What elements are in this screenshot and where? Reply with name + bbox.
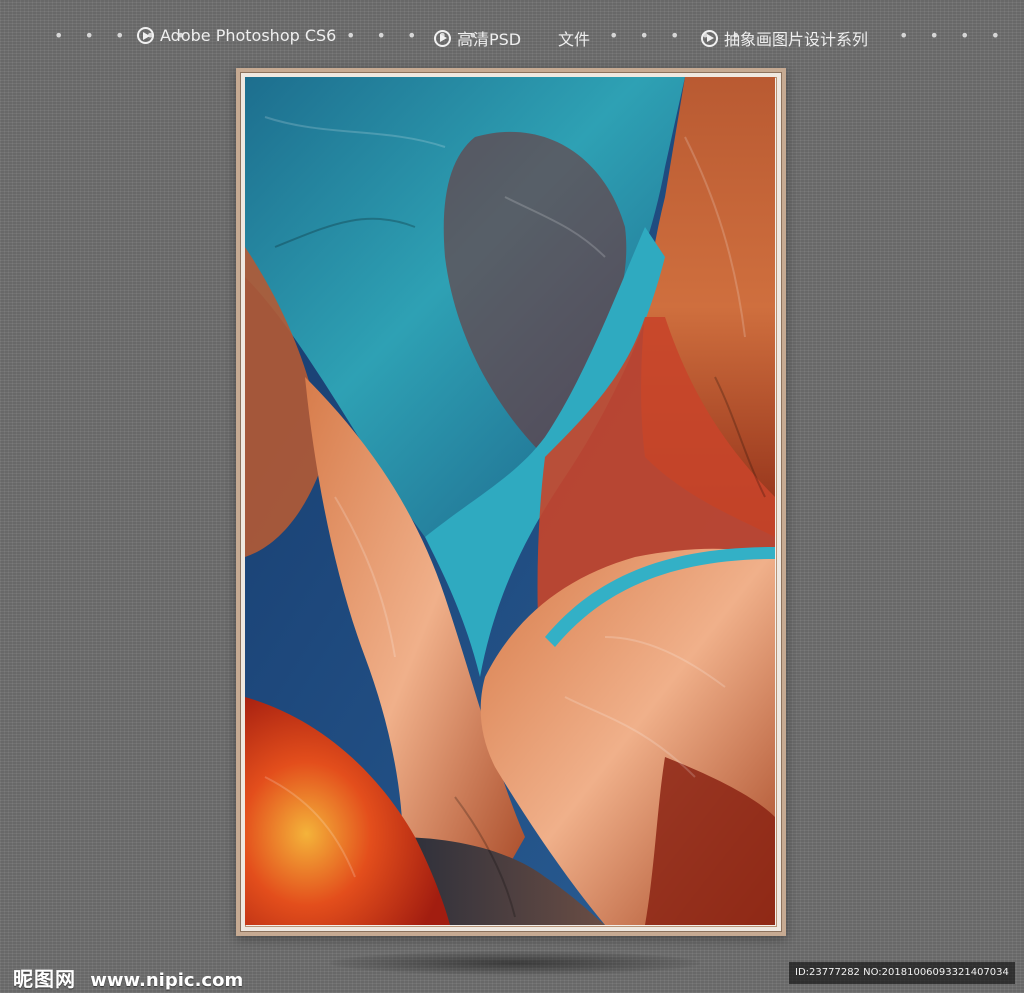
- watermark-site: www.nipic.com: [90, 970, 244, 991]
- play-circle-icon: [137, 27, 154, 44]
- hd-psd-label: 高清PSD: [434, 26, 521, 50]
- frame-shadow: [330, 951, 700, 975]
- format-label: 高清PSD: [457, 30, 522, 49]
- decorative-dots: • • • •: [899, 26, 1009, 45]
- site-watermark: 昵图网 www.nipic.com: [13, 963, 243, 992]
- file-text: 文件: [558, 30, 591, 49]
- abstract-painting-image: [245, 77, 775, 925]
- watermark-logo: 昵图网: [13, 967, 76, 991]
- series-label: 抽象画图片设计系列: [701, 26, 868, 50]
- software-label: Adobe Photoshop CS6: [160, 26, 337, 45]
- top-banner: • • • • • Adobe Photoshop CS6 • • • • • …: [0, 0, 1024, 72]
- file-label: 文件: [558, 26, 590, 50]
- series-text: 抽象画图片设计系列: [724, 30, 869, 49]
- photoshop-version-label: Adobe Photoshop CS6: [137, 26, 336, 45]
- abstract-painting: [245, 77, 775, 925]
- image-id-bar: ID:23777282 NO:20181006093321407034: [789, 962, 1015, 984]
- play-circle-icon: [434, 29, 451, 47]
- picture-frame: [236, 68, 786, 936]
- play-circle-icon: [701, 29, 718, 47]
